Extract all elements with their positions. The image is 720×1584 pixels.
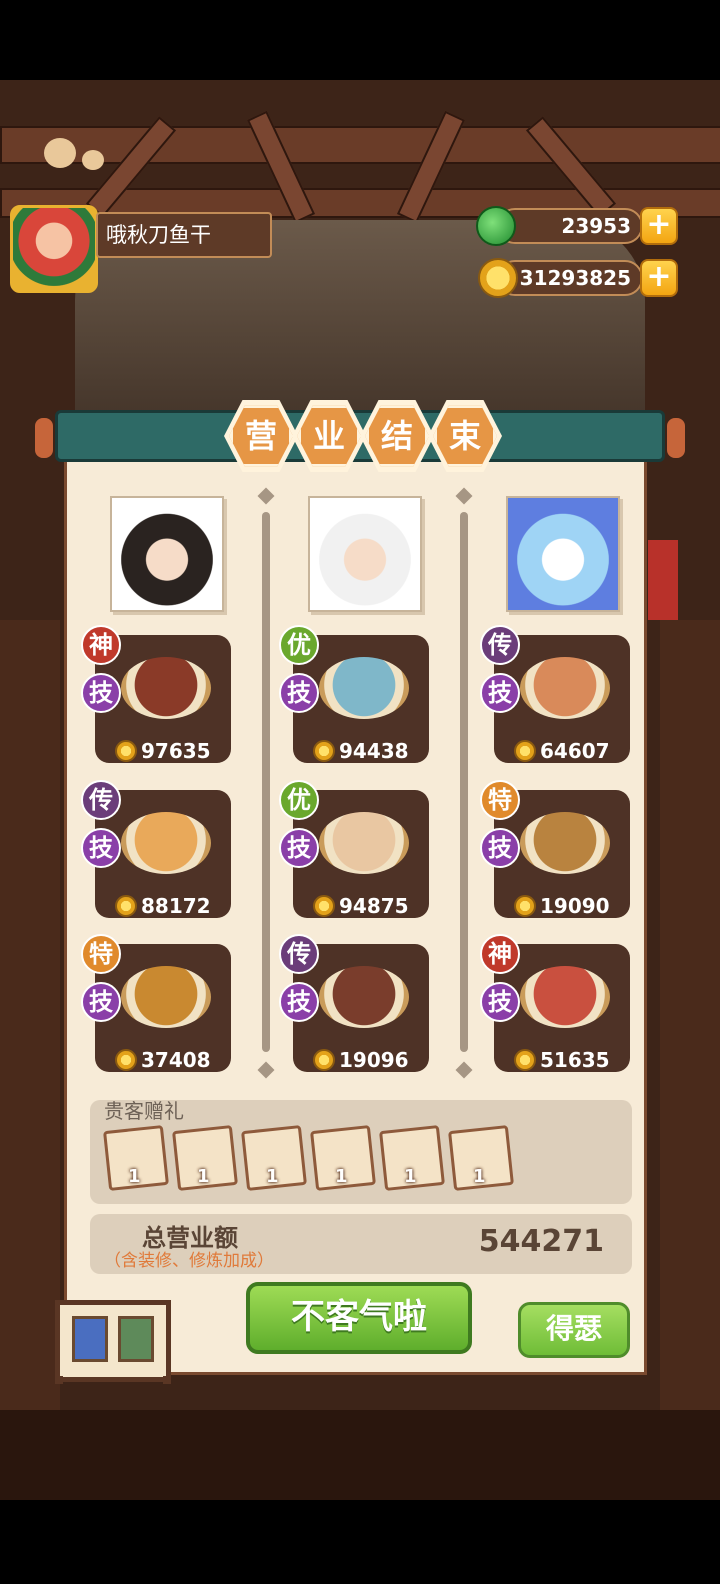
rank-badge: 特 xyxy=(81,934,121,974)
gift-count: 1 xyxy=(473,1166,486,1187)
dish-image xyxy=(319,812,409,874)
rank-badge: 传 xyxy=(480,625,520,665)
right-pillar xyxy=(660,620,720,1500)
chef-portrait-3 xyxy=(506,496,620,612)
roof-beam xyxy=(0,126,720,164)
chef-portrait-2 xyxy=(308,496,422,612)
coin-icon xyxy=(115,1049,137,1071)
rank-badge: 神 xyxy=(81,625,121,665)
dish-price: 19090 xyxy=(540,894,610,918)
coin-icon xyxy=(115,895,137,917)
coin-icon xyxy=(313,895,335,917)
show-off-button[interactable]: 得瑟 xyxy=(518,1302,630,1358)
rank-badge: 神 xyxy=(480,934,520,974)
dish-price: 19096 xyxy=(339,1048,409,1072)
total-note: （含装修、修炼加成） xyxy=(104,1251,274,1271)
dish-price: 94438 xyxy=(339,739,409,763)
scroll-knob-right xyxy=(667,418,685,458)
add-coin-button[interactable]: + xyxy=(640,259,678,297)
skill-badge: 技 xyxy=(81,673,121,713)
dish-image xyxy=(520,657,610,719)
rank-badge: 传 xyxy=(279,934,319,974)
rank-badge: 优 xyxy=(279,625,319,665)
scroll-knob-left xyxy=(35,418,53,458)
dish-image xyxy=(121,812,211,874)
coin-icon xyxy=(115,740,137,762)
dish-image xyxy=(319,657,409,719)
dish-image xyxy=(319,966,409,1028)
skill-badge: 技 xyxy=(480,673,520,713)
rank-badge: 优 xyxy=(279,780,319,820)
dish-image xyxy=(121,657,211,719)
skill-badge: 技 xyxy=(480,828,520,868)
frame-leg xyxy=(55,1376,63,1384)
dish-price: 51635 xyxy=(540,1048,610,1072)
dish-price: 94875 xyxy=(339,894,409,918)
photo-icon-1 xyxy=(72,1316,108,1362)
add-jade-button[interactable]: + xyxy=(640,207,678,245)
dish-image xyxy=(121,966,211,1028)
chick-decoration xyxy=(44,138,76,168)
skill-badge: 技 xyxy=(480,982,520,1022)
coin-icon xyxy=(313,1049,335,1071)
dish-price: 64607 xyxy=(540,739,610,763)
skill-badge: 技 xyxy=(81,982,121,1022)
coin-amount: 31293825 xyxy=(497,260,643,296)
player-avatar[interactable] xyxy=(10,205,98,293)
jade-amount: 23953 xyxy=(497,208,643,244)
skill-badge: 技 xyxy=(279,982,319,1022)
photo-icon-2 xyxy=(118,1316,154,1362)
dish-price: 97635 xyxy=(141,739,211,763)
menu-sign xyxy=(648,540,678,620)
column-divider xyxy=(262,512,270,1052)
jade-icon xyxy=(476,206,516,246)
player-name: 哦秋刀鱼干 xyxy=(96,212,272,258)
rank-badge: 传 xyxy=(81,780,121,820)
gift-count: 1 xyxy=(197,1166,210,1187)
skill-badge: 技 xyxy=(279,828,319,868)
coin-icon xyxy=(478,258,518,298)
chef-portrait-1 xyxy=(110,496,224,612)
dish-price: 37408 xyxy=(141,1048,211,1072)
coin-icon xyxy=(514,1049,536,1071)
total-value: 544271 xyxy=(478,1224,604,1259)
dish-image xyxy=(520,812,610,874)
you-are-welcome-button[interactable]: 不客气啦 xyxy=(246,1282,472,1354)
floor-beam xyxy=(0,1410,720,1500)
gift-count: 1 xyxy=(266,1166,279,1187)
dish-image xyxy=(520,966,610,1028)
skill-badge: 技 xyxy=(81,828,121,868)
frame-leg xyxy=(163,1376,171,1384)
gift-label: 贵客赠礼 xyxy=(104,1099,184,1123)
gift-count: 1 xyxy=(335,1166,348,1187)
left-pillar xyxy=(0,620,60,1500)
coin-icon xyxy=(514,895,536,917)
skill-badge: 技 xyxy=(279,673,319,713)
dish-price: 88172 xyxy=(141,894,211,918)
gift-count: 1 xyxy=(128,1166,141,1187)
coin-icon xyxy=(514,740,536,762)
coin-icon xyxy=(313,740,335,762)
gift-count: 1 xyxy=(404,1166,417,1187)
rank-badge: 特 xyxy=(480,780,520,820)
chick-decoration xyxy=(82,150,104,170)
column-divider xyxy=(460,512,468,1052)
